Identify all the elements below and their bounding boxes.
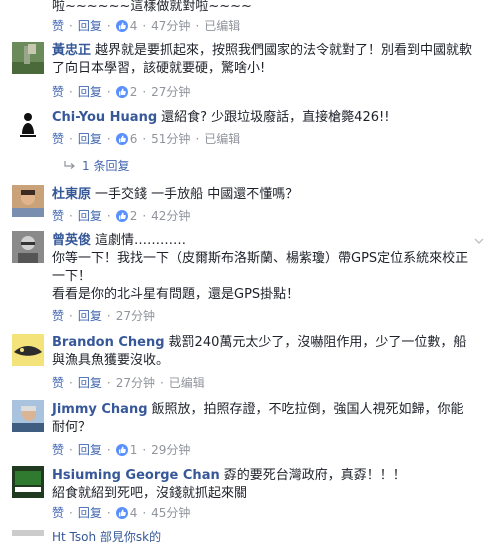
like-count[interactable]: 2 <box>115 84 137 100</box>
comment-body: Brandon Cheng 裁罰240萬元太少了，沒嚇阻作用，少了一位數，船與漁具… <box>52 334 476 370</box>
like-link[interactable]: 赞 <box>52 375 64 391</box>
edited-label[interactable]: 已编辑 <box>169 375 205 391</box>
timestamp[interactable]: 27分钟 <box>116 308 155 324</box>
like-count[interactable]: 6 <box>115 131 137 147</box>
comment-meta: 赞 · 回复 · 4 · 47分钟 · 已编辑 <box>52 18 241 34</box>
avatar[interactable] <box>12 400 44 432</box>
thumbs-up-icon <box>115 133 128 145</box>
like-count[interactable]: 1 <box>115 442 137 458</box>
reply-link[interactable]: 回复 <box>78 442 102 458</box>
like-link[interactable]: 赞 <box>52 18 64 34</box>
like-link[interactable]: 赞 <box>52 505 64 521</box>
avatar[interactable] <box>12 530 44 536</box>
reply-link[interactable]: 回复 <box>78 375 102 391</box>
timestamp[interactable]: 51分钟 <box>151 131 190 147</box>
reply-link[interactable]: 回复 <box>78 505 102 521</box>
edited-label[interactable]: 已编辑 <box>204 131 240 147</box>
comment-author[interactable]: Jimmy Chang <box>52 402 148 417</box>
reply-link[interactable]: 回复 <box>78 208 102 224</box>
comment-text: 還紹食? 少跟垃圾廢話，直接槍斃426!! <box>161 110 390 125</box>
comment-author[interactable]: 黃忠正 <box>52 43 91 58</box>
reply-arrow-icon <box>64 160 75 169</box>
reply-link[interactable]: 回复 <box>78 18 102 34</box>
comment-meta: 赞 · 回复 · 4 · 45分钟 <box>52 505 191 521</box>
timestamp[interactable]: 27分钟 <box>151 84 190 100</box>
comment-text-tail: 啦~~~~~~這樣做就對啦~~~~ <box>52 0 252 14</box>
avatar[interactable] <box>12 466 44 498</box>
comment-meta: 赞 · 回复 · 2 · 27分钟 <box>52 84 191 100</box>
comment-body: Jimmy Chang 飯照放，拍照存證，不吃拉倒，強国人視死如歸，你能耐何？ <box>52 401 476 437</box>
like-link[interactable]: 赞 <box>52 308 64 324</box>
like-link[interactable]: 赞 <box>52 84 64 100</box>
comment-meta: 赞 · 回复 · 6 · 51分钟 · 已编辑 <box>52 131 241 147</box>
thumbs-up-icon <box>115 444 128 456</box>
view-replies-link[interactable]: 1 条回复 <box>64 157 129 174</box>
comment-text: 這劇情………… 你等一下！我找一下（皮爾斯布洛斯蘭、楊紫瓊）帶GPS定位系統來校… <box>52 233 469 302</box>
comment-meta: 赞 · 回复 · 2 · 42分钟 <box>52 208 191 224</box>
comment-author[interactable]: Hsiuming George Chan <box>52 468 220 483</box>
reply-link[interactable]: 回复 <box>78 131 102 147</box>
like-count[interactable]: 4 <box>115 18 137 34</box>
timestamp[interactable]: 42分钟 <box>151 208 190 224</box>
thumbs-up-icon <box>115 20 128 32</box>
comment-author[interactable]: 杜東原 <box>52 187 91 202</box>
comment-author[interactable]: Chi-You Huang <box>52 110 157 125</box>
timestamp[interactable]: 27分钟 <box>116 375 155 391</box>
avatar[interactable] <box>12 231 44 263</box>
comment-meta: 赞 · 回复 · 1 · 29分钟 <box>52 442 191 458</box>
comment-text: 一手交錢 一手放船 中國還不懂嗎？ <box>95 187 299 202</box>
avatar[interactable] <box>12 42 44 74</box>
comment-body: 杜東原 一手交錢 一手放船 中國還不懂嗎？ <box>52 186 476 204</box>
avatar[interactable] <box>12 185 44 217</box>
comment-body: 黃忠正 越界就是要抓起來，按照我們國家的法令就對了！別看到中國就軟了向日本學習，該… <box>52 42 476 78</box>
comment-body: Hsiuming George Chan 孬的要死台灣政府，真孬！！！ 紹食就紹到… <box>52 467 476 503</box>
comment-body: Chi-You Huang 還紹食? 少跟垃圾廢話，直接槍斃426!! <box>52 109 476 127</box>
avatar[interactable] <box>12 108 44 140</box>
like-link[interactable]: 赞 <box>52 208 64 224</box>
comment-meta: 赞 · 回复 · 27分钟 · 已编辑 <box>52 375 205 391</box>
chevron-down-icon[interactable] <box>474 236 484 246</box>
avatar[interactable] <box>12 334 44 366</box>
like-count[interactable]: 2 <box>115 208 137 224</box>
thumbs-up-icon <box>115 507 128 519</box>
reply-link[interactable]: 回复 <box>78 84 102 100</box>
like-count[interactable]: 4 <box>115 505 137 521</box>
timestamp[interactable]: 45分钟 <box>151 505 190 521</box>
comment-meta: 赞 · 回复 · 27分钟 <box>52 308 155 324</box>
timestamp[interactable]: 47分钟 <box>151 18 190 34</box>
next-comment-partial: Ht Tsoh 部見你sk的 <box>52 530 162 544</box>
comment-body: 曾英俊 這劇情………… 你等一下！我找一下（皮爾斯布洛斯蘭、楊紫瓊）帶GPS定位系… <box>52 232 476 304</box>
comment-author[interactable]: Brandon Cheng <box>52 335 165 350</box>
reply-link[interactable]: 回复 <box>78 308 102 324</box>
comment-text: 越界就是要抓起來，按照我們國家的法令就對了！別看到中國就軟了向日本學習，該硬就要… <box>52 43 473 76</box>
thumbs-up-icon <box>115 210 128 222</box>
like-link[interactable]: 赞 <box>52 442 64 458</box>
like-link[interactable]: 赞 <box>52 131 64 147</box>
edited-label[interactable]: 已编辑 <box>204 18 240 34</box>
timestamp[interactable]: 29分钟 <box>151 442 190 458</box>
thumbs-up-icon <box>115 86 128 98</box>
comment-author[interactable]: 曾英俊 <box>52 233 91 248</box>
